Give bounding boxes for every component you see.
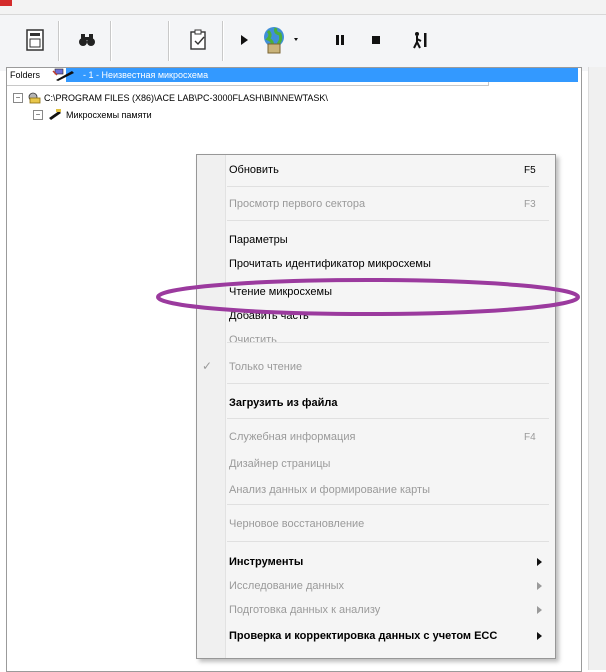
menu-icon-gutter [197,155,226,658]
project-folder-icon [28,92,41,104]
unknown-chip-icon [52,68,74,81]
play-icon[interactable] [229,25,259,55]
step-icon[interactable] [405,25,435,55]
menu-separator [227,186,549,187]
menu-separator [227,504,549,505]
menu-separator [227,383,549,384]
tree-root-node[interactable]: − C:\PROGRAM FILES (X86)\ACE LAB\PC-3000… [13,90,328,106]
checkmark-icon: ✓ [202,359,213,373]
toolbar-separator [168,21,170,61]
menu-item[interactable]: Служебная информация F4 [226,426,548,448]
tree-group-node[interactable]: − Микросхемы памяти [33,107,152,123]
menu-separator [227,342,549,343]
menu-item-label: Подготовка данных к анализу [229,604,381,616]
submenu-arrow-icon [537,606,542,614]
menu-item[interactable]: Только чтение [226,356,548,378]
menu-item-label: Очистить [229,334,277,346]
menu-item-label: Инструменты [229,556,304,568]
binoculars-icon[interactable] [72,25,102,55]
menu-item[interactable]: Очистить [226,329,548,351]
menu-item-label: Добавить часть [229,310,309,322]
menu-item[interactable]: Обновить F5 [226,159,548,181]
menu-separator [227,220,549,221]
window-top-strip [0,0,606,15]
menu-item[interactable]: Анализ данных и формирование карты [226,479,548,501]
toolbar [0,15,606,71]
menu-item-label: Только чтение [229,361,303,373]
menu-item[interactable]: Черновое восстановление [226,513,548,535]
root-path-label: C:\PROGRAM FILES (X86)\ACE LAB\PC-3000FL… [44,93,328,103]
app-icon-fragment [0,0,12,6]
menu-item[interactable]: Подготовка данных к анализу [226,599,548,621]
clipboard-icon[interactable] [184,25,214,55]
pause-icon[interactable] [325,25,355,55]
menu-item[interactable]: Параметры [226,229,548,251]
menu-item-label: Анализ данных и формирование карты [229,484,430,496]
menu-item[interactable]: Просмотр первого сектора F3 [226,193,548,215]
menu-item-label: Просмотр первого сектора [229,198,366,210]
toolbar-separator [110,21,112,61]
menu-item-label: Параметры [229,234,288,246]
menu-item[interactable]: Исследование данных [226,575,548,597]
menu-item-label: Прочитать идентификатор микросхемы [229,258,431,270]
menu-separator [227,541,549,542]
menu-item[interactable]: Добавить часть [226,305,548,327]
toolbar-separator [58,21,60,61]
selected-item-label: - 1 - Неизвестная микросхема [83,70,209,80]
folders-header-label: Folders [10,70,41,80]
menu-item-label: Черновое восстановление [229,518,365,530]
menu-item-shortcut: F3 [524,198,536,210]
toolbar-separator [222,21,224,61]
menu-item[interactable]: Загрузить из файла [226,392,548,414]
menu-item-label: Обновить [229,164,279,176]
memory-chip-icon [49,109,61,120]
menu-item-label: Служебная информация [229,431,356,443]
collapse-icon[interactable]: − [13,93,23,103]
menu-item[interactable]: Прочитать идентификатор микросхемы [226,253,548,275]
menu-item-label: Проверка и корректировка данных с учетом… [229,630,498,642]
menu-item-shortcut: F4 [524,431,536,443]
menu-item[interactable]: Дизайнер страницы [226,453,548,475]
tree-chip-node[interactable]: - 1 - Неизвестная микросхема [52,67,208,83]
menu-item-shortcut: F5 [524,164,536,176]
submenu-arrow-icon [537,558,542,566]
menu-item-label: Чтение микросхемы [229,286,332,298]
menu-item-label: Исследование данных [229,580,345,592]
menu-item[interactable]: Проверка и корректировка данных с учетом… [226,625,548,647]
menu-separator [227,418,549,419]
menu-item[interactable]: Чтение микросхемы [226,281,548,303]
vertical-scrollbar[interactable] [588,67,606,670]
menu-item-label: Загрузить из файла [229,397,338,409]
group-label: Микросхемы памяти [66,110,152,120]
stop-icon[interactable] [361,25,391,55]
globe-icon[interactable] [259,25,305,55]
submenu-arrow-icon [537,632,542,640]
submenu-arrow-icon [537,582,542,590]
menu-item-label: Дизайнер страницы [229,458,331,470]
device-icon[interactable] [20,25,50,55]
collapse-icon[interactable]: − [33,110,43,120]
menu-item[interactable]: Инструменты [226,551,548,573]
